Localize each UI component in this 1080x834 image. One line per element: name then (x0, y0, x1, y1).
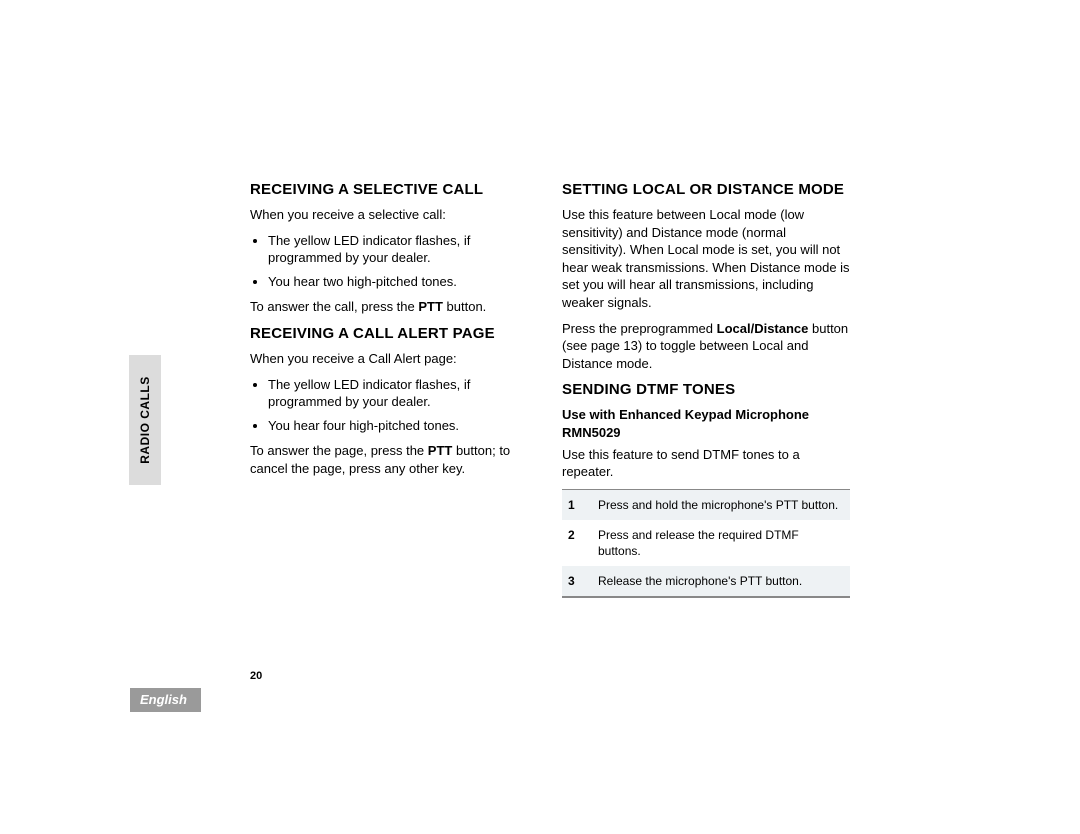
intro-alert: When you receive a Call Alert page: (250, 350, 538, 368)
local-distance-desc: Use this feature between Local mode (low… (562, 206, 850, 311)
step-text: Release the microphone's PTT button. (592, 566, 850, 597)
step-number: 2 (562, 520, 592, 566)
page-footer: 20 English (130, 670, 850, 712)
heading-call-alert: RECEIVING A CALL ALERT PAGE (250, 324, 538, 344)
language-badge: English (130, 688, 201, 712)
section-tab-label: RADIO CALLS (138, 376, 152, 464)
dtmf-steps-table: 1 Press and hold the microphone's PTT bu… (562, 489, 850, 599)
list-item: You hear four high-pitched tones. (268, 417, 538, 435)
alert-instruction: To answer the page, press the PTT button… (250, 442, 538, 477)
heading-dtmf: SENDING DTMF TONES (562, 380, 850, 400)
heading-selective-call: RECEIVING A SELECTIVE CALL (250, 180, 538, 200)
content-columns: RECEIVING A SELECTIVE CALL When you rece… (250, 180, 850, 598)
list-selective: The yellow LED indicator flashes, if pro… (250, 232, 538, 291)
list-item: The yellow LED indicator flashes, if pro… (268, 232, 538, 267)
list-item: You hear two high-pitched tones. (268, 273, 538, 291)
dtmf-subhead: Use with Enhanced Keypad Microphone RMN5… (562, 406, 850, 441)
table-row: 1 Press and hold the microphone's PTT bu… (562, 489, 850, 520)
step-number: 1 (562, 489, 592, 520)
table-row: 3 Release the microphone's PTT button. (562, 566, 850, 597)
list-item: The yellow LED indicator flashes, if pro… (268, 376, 538, 411)
intro-selective: When you receive a selective call: (250, 206, 538, 224)
table-row: 2 Press and release the required DTMF bu… (562, 520, 850, 566)
step-text: Press and hold the microphone's PTT butt… (592, 489, 850, 520)
left-column: RECEIVING A SELECTIVE CALL When you rece… (250, 180, 538, 598)
step-number: 3 (562, 566, 592, 597)
dtmf-desc: Use this feature to send DTMF tones to a… (562, 446, 850, 481)
page-number: 20 (250, 670, 850, 682)
right-column: SETTING LOCAL OR DISTANCE MODE Use this … (562, 180, 850, 598)
heading-local-distance: SETTING LOCAL OR DISTANCE MODE (562, 180, 850, 200)
local-distance-instruction: Press the preprogrammed Local/Distance b… (562, 320, 850, 373)
manual-page: RADIO CALLS RECEIVING A SELECTIVE CALL W… (130, 180, 850, 598)
answer-instruction: To answer the call, press the PTT button… (250, 298, 538, 316)
step-text: Press and release the required DTMF butt… (592, 520, 850, 566)
list-alert: The yellow LED indicator flashes, if pro… (250, 376, 538, 435)
section-tab: RADIO CALLS (129, 355, 161, 485)
